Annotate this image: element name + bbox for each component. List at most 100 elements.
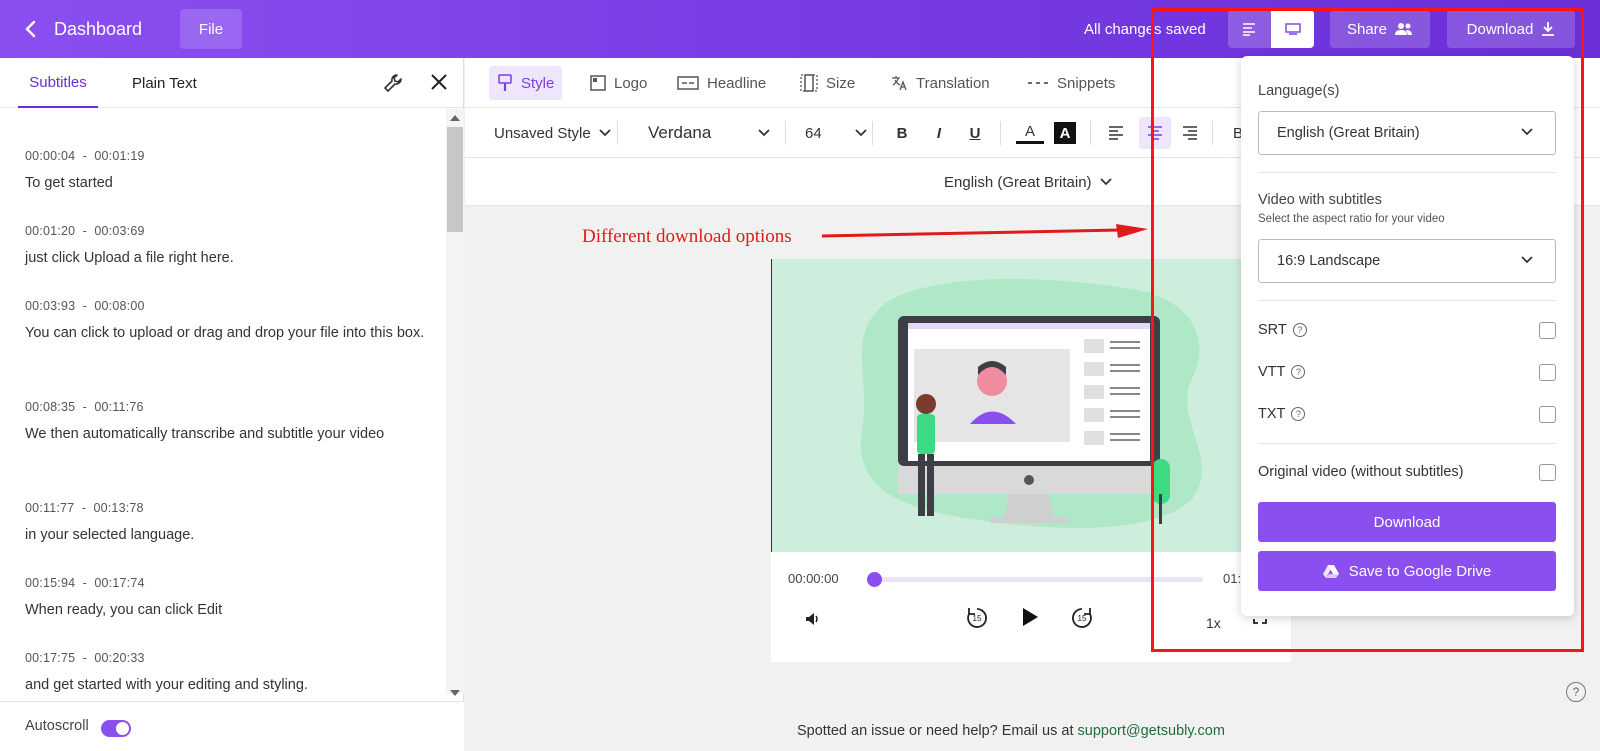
tool-translation[interactable]: Translation	[890, 66, 990, 100]
scroll-up-arrow[interactable]	[450, 115, 460, 121]
rewind-15-button[interactable]: 15	[962, 602, 992, 632]
back-to-dashboard-link[interactable]: Dashboard	[22, 0, 142, 58]
original-video-checkbox[interactable]	[1539, 463, 1556, 481]
text-color-button[interactable]: A	[1016, 122, 1044, 144]
background-color-button[interactable]: A	[1054, 122, 1076, 144]
style-preset-value: Unsaved Style	[494, 124, 591, 142]
paint-brush-icon	[498, 74, 512, 91]
align-left-icon	[1242, 23, 1255, 36]
forward-15-button[interactable]: 15	[1067, 602, 1097, 632]
end-time[interactable]: 00:17:74	[94, 576, 144, 590]
panel-download-button[interactable]: Download	[1258, 502, 1556, 542]
help-icon[interactable]: ?	[1566, 682, 1586, 702]
start-time[interactable]: 00:03:93	[25, 299, 75, 313]
style-preset-select[interactable]: Unsaved Style	[494, 108, 611, 158]
align-left-button[interactable]	[1102, 120, 1130, 146]
subtitle-timecode: 00:00:04 - 00:01:19	[25, 149, 425, 163]
download-button[interactable]: Download	[1447, 10, 1575, 48]
end-time[interactable]: 00:03:69	[94, 224, 144, 238]
underline-button[interactable]: U	[961, 120, 989, 146]
list-item[interactable]: 00:11:77 - 00:13:78 in your selected lan…	[25, 501, 425, 548]
end-time[interactable]: 00:20:33	[94, 651, 144, 665]
video-view-toggle[interactable]	[1271, 10, 1314, 48]
tab-plain-text[interactable]: Plain Text	[132, 58, 197, 108]
tool-snippets[interactable]: Snippets	[1027, 66, 1115, 100]
language-select-value: English (Great Britain)	[1277, 125, 1420, 141]
help-footer: Spotted an issue or need help? Email us …	[797, 723, 1225, 739]
preview-language-select[interactable]: English (Great Britain)	[944, 158, 1112, 206]
start-time[interactable]: 00:11:77	[25, 501, 74, 515]
tool-style[interactable]: Style	[489, 66, 563, 100]
file-menu-button[interactable]: File	[180, 9, 242, 49]
tool-size[interactable]: Size	[800, 66, 855, 100]
time-separator: -	[82, 576, 87, 590]
start-time[interactable]: 00:00:04	[25, 149, 75, 163]
help-circle-icon[interactable]: ?	[1292, 323, 1307, 337]
text-view-toggle[interactable]	[1228, 10, 1271, 48]
start-time[interactable]: 00:17:75	[25, 651, 75, 665]
font-size-value: 64	[805, 124, 822, 142]
share-button[interactable]: Share	[1330, 10, 1430, 48]
subtitle-text[interactable]: just click Upload a file right here.	[25, 246, 425, 271]
font-value: Verdana	[648, 123, 712, 142]
close-icon[interactable]	[429, 72, 449, 92]
scroll-down-arrow[interactable]	[450, 690, 460, 696]
time-separator: -	[82, 400, 87, 414]
tool-logo[interactable]: Logo	[590, 66, 647, 100]
start-time[interactable]: 00:15:94	[25, 576, 75, 590]
divider	[1258, 443, 1556, 444]
end-time[interactable]: 00:08:00	[94, 299, 144, 313]
end-time[interactable]: 00:01:19	[94, 149, 144, 163]
subtitle-text[interactable]: We then automatically transcribe and sub…	[25, 422, 425, 447]
autoscroll-toggle[interactable]	[101, 720, 131, 737]
volume-button[interactable]	[798, 604, 828, 634]
subtitle-text[interactable]: You can click to upload or drag and drop…	[25, 321, 425, 346]
list-item[interactable]: 00:01:20 - 00:03:69 just click Upload a …	[25, 224, 425, 271]
help-circle-icon[interactable]: ?	[1291, 407, 1306, 421]
aspect-ratio-select[interactable]: 16:9 Landscape	[1258, 239, 1556, 283]
start-time[interactable]: 00:08:35	[25, 400, 75, 414]
end-time[interactable]: 00:13:78	[93, 501, 143, 515]
support-email-link[interactable]: support@getsubly.com	[1078, 723, 1225, 739]
save-to-google-drive-button[interactable]: Save to Google Drive	[1258, 551, 1556, 591]
tool-headline-label: Headline	[707, 74, 767, 92]
wrench-icon[interactable]	[383, 72, 405, 94]
italic-button[interactable]: I	[925, 120, 953, 146]
subtitle-text[interactable]: To get started	[25, 171, 425, 196]
subtitle-text[interactable]: in your selected language.	[25, 523, 425, 548]
video-preview[interactable]	[771, 259, 1291, 552]
scrollbar-thumb[interactable]	[447, 127, 463, 232]
list-item[interactable]: 00:15:94 - 00:17:74 When ready, you can …	[25, 576, 425, 623]
align-right-button[interactable]	[1176, 120, 1204, 146]
autoscroll-label: Autoscroll	[25, 718, 89, 734]
align-center-button[interactable]	[1139, 117, 1171, 149]
seek-bar[interactable]	[873, 577, 1203, 582]
language-select[interactable]: English (Great Britain)	[1258, 111, 1556, 155]
play-button[interactable]	[1013, 600, 1047, 634]
chevron-down-icon	[758, 129, 770, 137]
seek-handle[interactable]	[867, 572, 882, 587]
help-circle-icon[interactable]: ?	[1291, 365, 1306, 379]
subtitle-text[interactable]: and get started with your editing and st…	[25, 673, 425, 694]
list-item[interactable]: 00:00:04 - 00:01:19 To get started	[25, 149, 425, 196]
end-time[interactable]: 00:11:76	[94, 400, 143, 414]
font-size-select[interactable]: 64	[805, 108, 867, 158]
video-illustration	[772, 259, 1291, 552]
list-item[interactable]: 00:17:75 - 00:20:33 and get started with…	[25, 651, 425, 694]
playback-speed-button[interactable]: 1x	[1206, 615, 1221, 631]
translate-icon	[892, 76, 907, 91]
list-item[interactable]: 00:08:35 - 00:11:76 We then automaticall…	[25, 400, 425, 447]
tool-headline[interactable]: Headline	[677, 66, 766, 100]
start-time[interactable]: 00:01:20	[25, 224, 75, 238]
subtitle-text[interactable]: When ready, you can click Edit	[25, 598, 425, 623]
font-select[interactable]: Verdana	[648, 108, 770, 158]
bold-button[interactable]: B	[888, 120, 916, 146]
vtt-checkbox[interactable]	[1539, 363, 1556, 381]
srt-checkbox[interactable]	[1539, 321, 1556, 339]
txt-checkbox[interactable]	[1539, 405, 1556, 423]
download-label: Download	[1466, 20, 1534, 38]
tab-subtitles[interactable]: Subtitles	[18, 58, 98, 108]
time-separator: -	[81, 501, 87, 515]
align-left-icon	[1109, 126, 1123, 140]
list-item[interactable]: 00:03:93 - 00:08:00 You can click to upl…	[25, 299, 425, 346]
